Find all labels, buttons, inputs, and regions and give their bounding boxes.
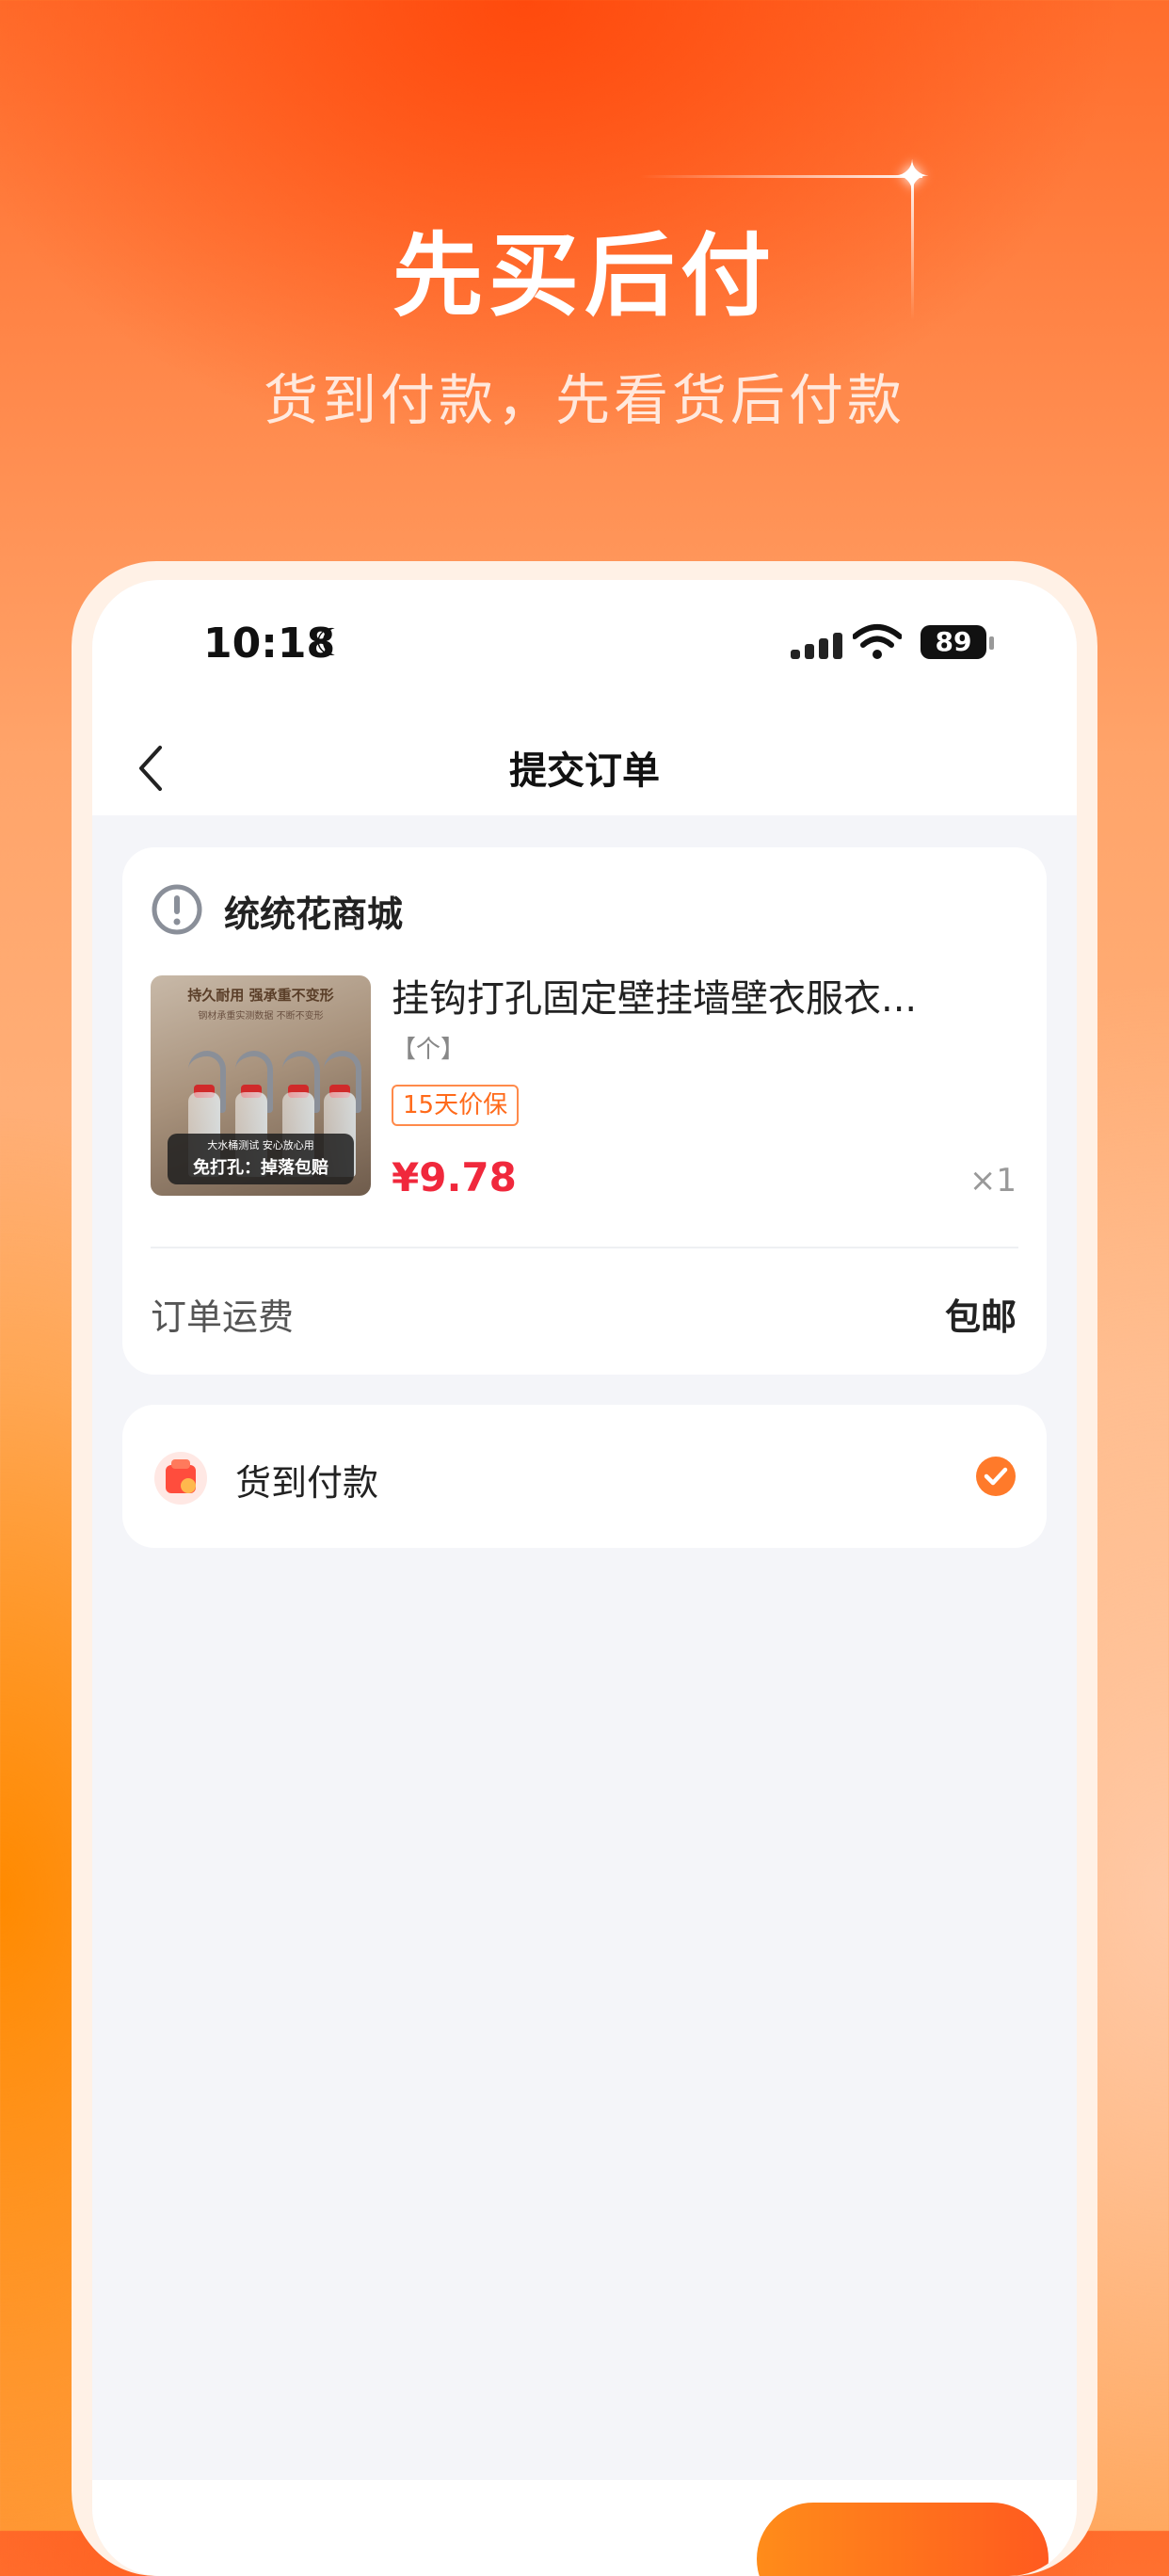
payment-method-label: 货到付款 [235,1462,379,1504]
battery-tip [989,636,994,650]
hero-title: 先买后付 [392,223,777,329]
product-quantity: ×1 [969,1162,1017,1199]
price-protection-tag: 15天价保 [392,1085,520,1126]
thumb-badge-small: 大水桶测试 安心放心用 [207,1139,314,1151]
cash-on-delivery-icon [154,1452,207,1505]
sparkle-line [640,175,922,178]
cellular-signal-icon [791,631,843,659]
phone-screen: 10:18 ☾ 89 提交订单 统统花商城 持久耐用 强承重不变形 钢材承重实测… [92,580,1077,2576]
checkmark-circle-icon[interactable] [975,1456,1017,1497]
product-thumbnail[interactable]: 持久耐用 强承重不变形 钢材承重实测数据 不断不变形 大水桶测试 安心放心用 免… [151,975,371,1196]
product-title[interactable]: 挂钩打孔固定壁挂墙壁衣服衣... [392,968,994,1022]
shipping-label: 订单运费 [151,1296,295,1338]
shop-name[interactable]: 统统花商城 [224,885,403,937]
divider [151,1247,1018,1248]
payment-method-row[interactable]: 货到付款 [122,1405,1047,1548]
header-area: 10:18 ☾ 89 提交订单 [92,580,1077,815]
shipping-value: 包邮 [944,1296,1017,1338]
thumb-headline: 持久耐用 强承重不变形 [187,987,334,1004]
order-card: 统统花商城 持久耐用 强承重不变形 钢材承重实测数据 不断不变形 大水桶测试 安… [122,847,1047,1375]
thumb-badge-big: 免打孔：掉落包赔 [193,1158,328,1178]
alert-circle-icon [152,884,202,935]
moon-icon: ☾ [314,621,348,665]
sparkle-icon: ✦ [893,151,931,201]
page-title: 提交订单 [509,749,660,793]
product-price: ¥9.78 [392,1154,517,1200]
wifi-icon [853,624,902,659]
battery-indicator: 89 [921,625,986,659]
thumb-badge: 大水桶测试 安心放心用 免打孔：掉落包赔 [168,1134,354,1184]
thumb-subline: 钢材承重实测数据 不断不变形 [198,1011,324,1022]
hero-subtitle: 货到付款，先看货后付款 [263,368,905,432]
submit-order-button[interactable] [757,2503,1049,2576]
product-spec: 【个】 [392,1036,466,1064]
